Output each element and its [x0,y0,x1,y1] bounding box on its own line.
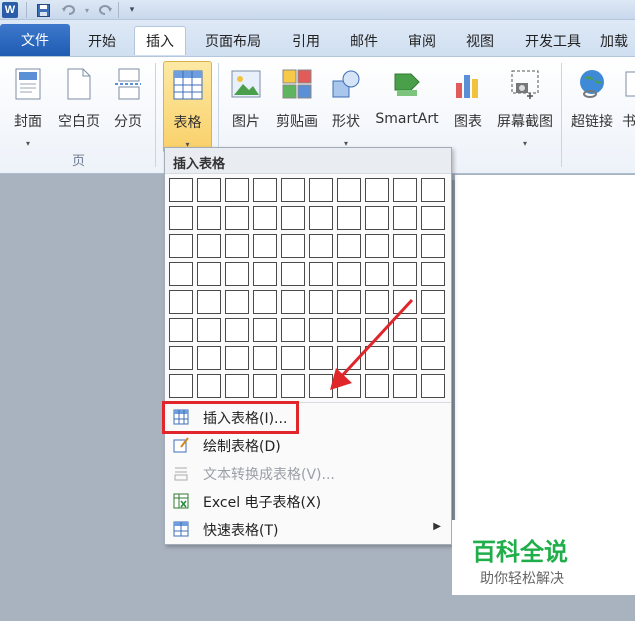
watermark: 百科全说 助你轻松解决 [452,520,635,595]
watermark-subtitle: 助你轻松解决 [480,571,564,587]
watermark-title: 百科全说 [472,538,568,566]
